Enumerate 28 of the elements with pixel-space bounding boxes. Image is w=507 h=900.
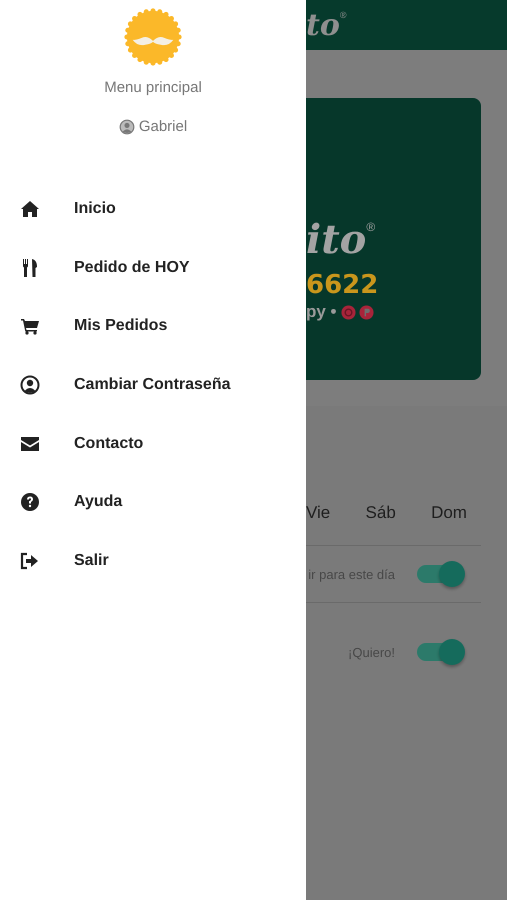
registered-mark: ® — [340, 10, 347, 20]
home-icon — [20, 199, 40, 220]
menu-title: Menu principal — [104, 79, 202, 96]
mustache-logo-icon — [124, 8, 182, 66]
exit-icon — [20, 550, 40, 571]
day-label: Dom — [431, 503, 467, 523]
menu-item[interactable]: Mis Pedidos — [0, 297, 306, 356]
utensils-icon — [20, 258, 40, 278]
user-name: Gabriel — [138, 118, 188, 135]
question-icon — [20, 492, 40, 512]
user-icon — [20, 375, 40, 396]
menu-item[interactable]: Pedido de HOY — [0, 238, 306, 298]
menu-item[interactable]: Contacto — [0, 414, 306, 473]
payment-text: py • — [306, 302, 337, 322]
day-label: Sáb — [366, 503, 396, 523]
registered-mark: ® — [366, 220, 376, 234]
menu-item[interactable]: Cambiar Contraseña — [0, 356, 306, 414]
menu-item[interactable]: Ayuda — [0, 472, 306, 532]
cart-icon — [20, 316, 40, 336]
payment-icon — [358, 304, 374, 320]
phone-number: 6622 — [306, 270, 380, 300]
payment-icon — [340, 304, 356, 320]
user-icon — [118, 118, 135, 134]
logo-text: ito — [306, 218, 366, 262]
day-label: Vie — [306, 503, 330, 523]
menu-item[interactable]: Salir — [0, 532, 306, 590]
menu-item[interactable]: Inicio — [0, 180, 306, 239]
logo-text: to — [306, 8, 340, 43]
